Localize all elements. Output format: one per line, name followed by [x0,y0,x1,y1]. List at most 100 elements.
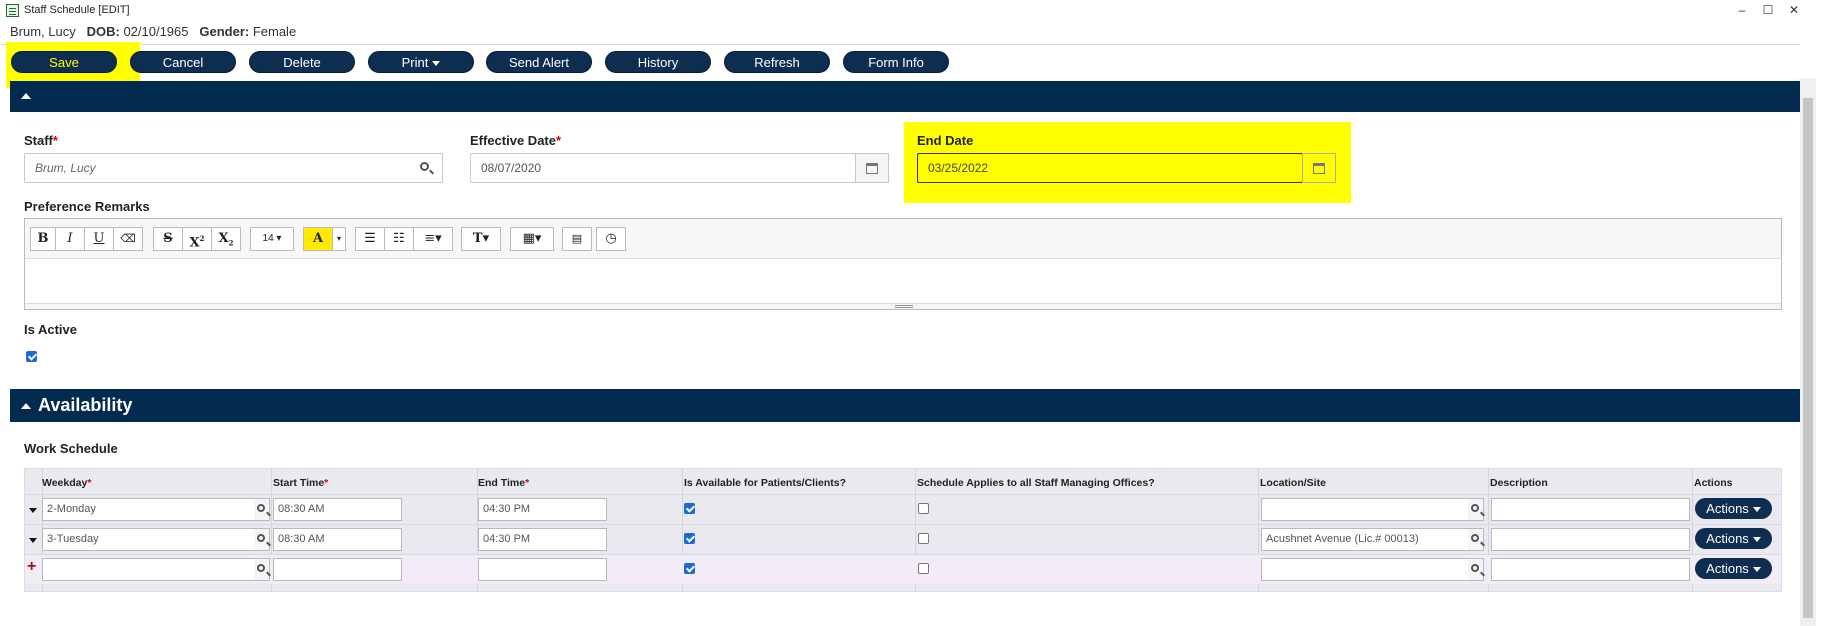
weekday-search-button[interactable] [254,498,270,521]
location-search-button[interactable] [1468,498,1484,521]
collapse-icon[interactable] [21,403,31,409]
is-active-checkbox[interactable] [26,351,37,362]
actions-button[interactable]: Actions [1695,528,1772,549]
chevron-down-icon [432,61,441,67]
expand-row-icon[interactable] [29,508,37,513]
search-icon [257,534,265,542]
dob-value: 02/10/1965 [123,24,189,39]
availability-header[interactable]: Availability [10,389,1800,422]
send-alert-button[interactable]: Send Alert [486,51,592,73]
actions-button[interactable]: Actions [1695,558,1772,579]
weekday-search-button[interactable] [254,558,270,581]
staff-input[interactable]: Brum, Lucy [24,153,443,183]
delete-button[interactable]: Delete [249,51,355,73]
subscript-icon[interactable]: X2 [211,227,241,251]
availability-title: Availability [38,395,133,415]
end-time-input[interactable]: 04:30 PM [478,528,607,551]
strikethrough-icon[interactable]: S [153,227,183,251]
window-title: Staff Schedule [EDIT] [24,4,130,16]
location-input[interactable] [1261,498,1469,521]
work-schedule-grid: Weekday* Start Time* End Time* Is Availa… [24,468,1782,592]
bold-icon[interactable]: B [30,227,56,251]
minimize-button[interactable]: – [1734,3,1750,17]
description-input[interactable] [1491,528,1690,551]
align-icon[interactable]: ≡▾ [413,227,453,251]
divider [0,44,1800,45]
chevron-down-icon [1752,537,1761,543]
print-button[interactable]: Print [368,51,474,73]
refresh-button[interactable]: Refresh [724,51,830,73]
end-date-picker[interactable] [1302,153,1336,183]
collapse-icon[interactable] [21,93,31,99]
search-icon[interactable] [420,162,429,171]
search-icon [257,564,265,572]
remarks-editor[interactable]: B I U ⌫ S X2 X2 14 ▾ A ▾ ☰ ☷ ≡▾ T▾ ▦▾ ▤ … [24,218,1782,310]
close-button[interactable]: ✕ [1786,3,1802,17]
text-color-icon[interactable]: A [303,227,333,251]
weekday-input[interactable]: 2-Monday [42,498,255,521]
underline-icon[interactable]: U [84,227,114,251]
location-search-button[interactable] [1468,528,1484,551]
weekday-input[interactable]: 3-Tuesday [42,528,255,551]
window-titlebar: Staff Schedule [EDIT] – ☐ ✕ [0,0,1823,22]
numbered-list-icon[interactable]: ☷ [384,227,414,251]
col-location: Location/Site [1260,477,1326,489]
remarks-label: Preference Remarks [24,199,150,214]
vertical-scrollbar[interactable] [1800,78,1816,626]
history-button[interactable]: History [605,51,711,73]
end-time-input[interactable]: 04:30 PM [478,498,607,521]
new-table-row: + Actions [25,554,1781,584]
save-button[interactable]: Save [11,51,117,73]
calendar-icon [866,163,878,174]
form-info-button[interactable]: Form Info [843,51,949,73]
superscript-icon[interactable]: X2 [182,227,212,251]
search-icon [1471,534,1479,542]
end-date-label: End Date [917,133,974,148]
chevron-down-icon [1752,507,1761,513]
font-size-select[interactable]: 14 ▾ [250,227,294,251]
effective-date-picker[interactable] [855,153,889,183]
italic-icon[interactable]: I [55,227,85,251]
text-style-icon[interactable]: T▾ [461,227,501,251]
gender-label: Gender: [199,24,250,39]
location-input[interactable] [1261,558,1469,581]
applies-checkbox[interactable] [918,533,929,544]
weekday-search-button[interactable] [254,528,270,551]
start-time-input[interactable]: 08:30 AM [273,498,402,521]
maximize-button[interactable]: ☐ [1760,3,1776,17]
location-input[interactable]: Acushnet Avenue (Lic.# 00013) [1261,528,1469,551]
bullet-list-icon[interactable]: ☰ [355,227,385,251]
color-dropdown-icon[interactable]: ▾ [332,227,346,251]
search-icon [257,504,265,512]
dob-label: DOB: [86,24,120,39]
add-row-icon[interactable]: + [27,558,36,576]
actions-label: Actions [1706,501,1749,516]
description-input[interactable] [1491,558,1690,581]
applies-checkbox[interactable] [918,503,929,514]
effective-date-input[interactable]: 08/07/2020 [470,153,856,183]
end-date-input[interactable]: 03/25/2022 [917,153,1303,183]
main-section-header[interactable] [10,81,1800,112]
start-time-input[interactable]: 08:30 AM [273,528,402,551]
actions-button[interactable]: Actions [1695,498,1772,519]
search-icon [1471,504,1479,512]
expand-row-icon[interactable] [29,538,37,543]
table-icon[interactable]: ▦▾ [510,227,554,251]
location-search-button[interactable] [1468,558,1484,581]
available-checkbox[interactable] [684,563,695,574]
eraser-icon[interactable]: ⌫ [113,227,143,251]
scrollbar-thumb[interactable] [1803,98,1813,618]
cancel-button[interactable]: Cancel [130,51,236,73]
resize-handle[interactable] [25,303,1781,309]
description-input[interactable] [1491,498,1690,521]
start-time-input[interactable] [273,558,402,581]
available-checkbox[interactable] [684,533,695,544]
available-checkbox[interactable] [684,503,695,514]
weekday-input[interactable] [42,558,255,581]
applies-checkbox[interactable] [918,563,929,574]
patient-name: Brum, Lucy [10,24,76,39]
work-schedule-label: Work Schedule [24,441,118,456]
document-icon[interactable]: ▤ [562,227,592,251]
end-time-input[interactable] [478,558,607,581]
clock-icon[interactable]: ◷ [596,227,626,251]
